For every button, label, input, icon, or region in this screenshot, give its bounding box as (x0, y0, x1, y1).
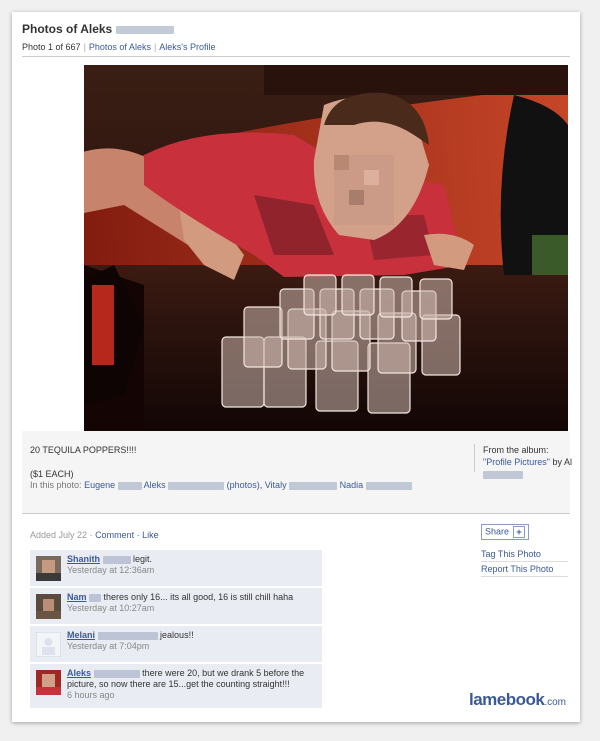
photo-page-card: Photos of Aleks Photo 1 of 667 | Photos of… (12, 12, 580, 722)
commenter-name[interactable]: Shanith (67, 554, 100, 564)
avatar (36, 670, 61, 695)
nav-separator: | (153, 42, 157, 52)
photos-of-link[interactable]: Photos of Aleks (89, 42, 151, 52)
watermark-tld: .com (544, 697, 566, 708)
redacted-text (89, 593, 102, 602)
album-link[interactable]: "Profile Pictures" (483, 457, 550, 467)
comment-item: Nam theres only 16... its all good, 16 i… (30, 587, 322, 624)
comment-item: Aleks there were 20, but we drank 5 befo… (30, 663, 322, 708)
watermark-brand: lamebook (468, 690, 545, 709)
lamebook-watermark: lamebook.com (469, 690, 566, 710)
album-owner: by Al (552, 457, 572, 467)
avatar (36, 556, 61, 581)
caption-line-1: 20 TEQUILA POPPERS!!!! (30, 445, 137, 455)
added-date: Added July 22 · (30, 530, 93, 540)
photo-image (84, 65, 568, 431)
comment-time: 6 hours ago (67, 690, 115, 700)
page-title-text: Photos of Aleks (22, 22, 113, 36)
tag-photo-link[interactable]: Tag This Photo (481, 549, 568, 562)
comment-text: jealous!! (160, 630, 194, 640)
comment-body: Aleks there were 20, but we drank 5 befo… (67, 668, 316, 701)
comment-body: Melani jealous!! Yesterday at 7:04pm (67, 630, 316, 652)
share-label: Share (485, 526, 510, 537)
commenter-name[interactable]: Nam (67, 592, 87, 602)
report-photo-link[interactable]: Report This Photo (481, 564, 568, 577)
main-photo[interactable] (84, 65, 568, 431)
redacted-text (483, 470, 523, 479)
commenter-name[interactable]: Aleks (67, 668, 91, 678)
redacted-text (117, 481, 142, 490)
tag-vitaly[interactable]: Vitaly (265, 480, 287, 490)
tag-eugene[interactable]: Eugene (84, 480, 115, 490)
photo-navigation: Photo 1 of 667 | Photos of Aleks | Aleks's P… (22, 42, 216, 52)
comment-link[interactable]: Comment (95, 530, 134, 540)
plus-icon: + (513, 526, 526, 538)
avatar-placeholder (36, 632, 61, 657)
avatar (36, 594, 61, 619)
redacted-text (289, 481, 338, 490)
profile-link[interactable]: Aleks's Profile (159, 42, 215, 52)
added-meta: Added July 22 · Comment · Like (30, 530, 159, 540)
tag-aleks-photos[interactable]: (photos), (227, 480, 263, 490)
redacted-surname (115, 25, 174, 34)
redacted-text (93, 669, 140, 678)
album-info: From the album: "Profile Pictures" by Al (474, 444, 579, 479)
comment-body: Nam theres only 16... its all good, 16 i… (67, 592, 316, 614)
album-label: From the album: (483, 445, 549, 455)
tag-nadia[interactable]: Nadia (340, 480, 364, 490)
header-divider (22, 56, 570, 57)
comment-time: Yesterday at 12:36am (67, 565, 155, 575)
photo-info-box: 20 TEQUILA POPPERS!!!! ($1 EACH) In this… (22, 431, 572, 514)
photo-caption: 20 TEQUILA POPPERS!!!! ($1 EACH) (30, 444, 136, 480)
comment-time: Yesterday at 10:27am (67, 603, 155, 613)
comment-text: theres only 16... its all good, 16 is st… (103, 592, 294, 602)
like-link[interactable]: · Like (137, 530, 159, 540)
album-line: "Profile Pictures" by Al (483, 456, 579, 468)
comment-text: legit. (133, 554, 153, 564)
redacted-text (365, 481, 412, 490)
share-button[interactable]: Share + (481, 524, 530, 540)
commenter-name[interactable]: Melani (67, 630, 95, 640)
in-this-photo-label: In this photo: (30, 480, 82, 490)
caption-line-2: ($1 EACH) (30, 469, 74, 479)
in-this-photo: In this photo: Eugene Aleks (photos), Vi… (30, 480, 412, 490)
redacted-text (102, 555, 131, 564)
comment-item: Shanith legit. Yesterday at 12:36am (30, 549, 322, 586)
redacted-text (97, 631, 158, 640)
comment-body: Shanith legit. Yesterday at 12:36am (67, 554, 316, 576)
tag-aleks[interactable]: Aleks (144, 480, 166, 490)
comment-item: Melani jealous!! Yesterday at 7:04pm (30, 625, 322, 662)
page-title: Photos of Aleks (22, 22, 174, 36)
photo-counter: Photo 1 of 667 (22, 42, 81, 52)
comment-time: Yesterday at 7:04pm (67, 641, 150, 651)
redacted-text (168, 481, 225, 490)
nav-separator: | (83, 42, 86, 52)
